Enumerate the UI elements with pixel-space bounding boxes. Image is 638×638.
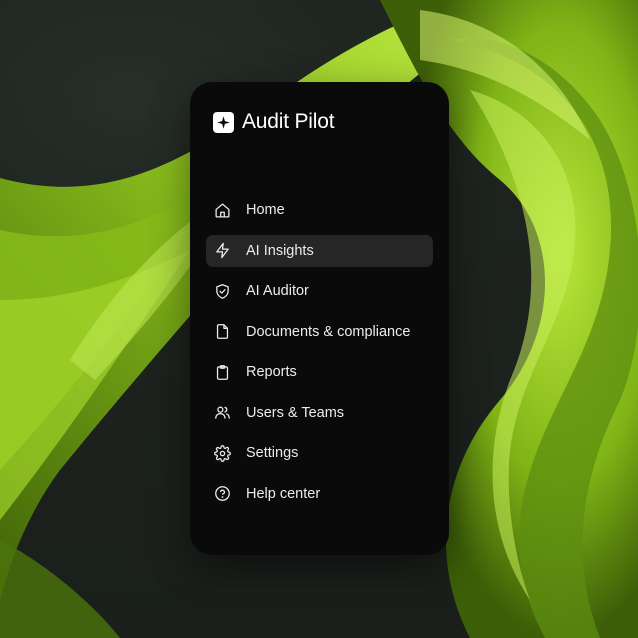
sidebar-item-ai-insights[interactable]: AI Insights bbox=[206, 234, 433, 267]
document-icon bbox=[214, 323, 231, 340]
sidebar-item-label: AI Auditor bbox=[246, 283, 309, 299]
sidebar-item-label: AI Insights bbox=[246, 242, 314, 259]
sidebar-item-help-center[interactable]: Help center bbox=[206, 478, 433, 510]
sidebar-panel: Audit Pilot Home AI Insights AI Auditor bbox=[190, 82, 449, 555]
brand[interactable]: Audit Pilot bbox=[213, 110, 335, 134]
clipboard-icon bbox=[214, 364, 231, 381]
help-circle-icon bbox=[214, 485, 231, 502]
lightning-icon bbox=[214, 242, 231, 259]
sidebar-item-label: Settings bbox=[246, 445, 299, 461]
sparkle-logo-icon bbox=[213, 111, 234, 133]
sidebar-item-label: Users & Teams bbox=[246, 404, 345, 421]
sidebar-item-label: Documents & compliance bbox=[246, 323, 411, 340]
users-icon bbox=[214, 404, 231, 421]
sidebar-item-label: Reports bbox=[246, 364, 297, 380]
sidebar-item-reports[interactable]: Reports bbox=[206, 356, 433, 388]
sidebar-item-home[interactable]: Home bbox=[206, 194, 433, 226]
sidebar-item-label: Help center bbox=[246, 485, 321, 502]
home-icon bbox=[214, 202, 231, 219]
sidebar-item-users-teams[interactable]: Users & Teams bbox=[206, 397, 433, 429]
sidebar-item-settings[interactable]: Settings bbox=[206, 437, 433, 469]
sidebar-item-ai-auditor[interactable]: AI Auditor bbox=[206, 275, 433, 307]
sidebar-item-label: Home bbox=[246, 202, 285, 218]
sidebar-nav: Home AI Insights AI Auditor Documents & … bbox=[206, 194, 433, 518]
sidebar-item-documents[interactable]: Documents & compliance bbox=[206, 316, 433, 348]
app-title: Audit Pilot bbox=[242, 110, 335, 133]
shield-check-icon bbox=[214, 283, 231, 300]
gear-icon bbox=[214, 444, 231, 462]
